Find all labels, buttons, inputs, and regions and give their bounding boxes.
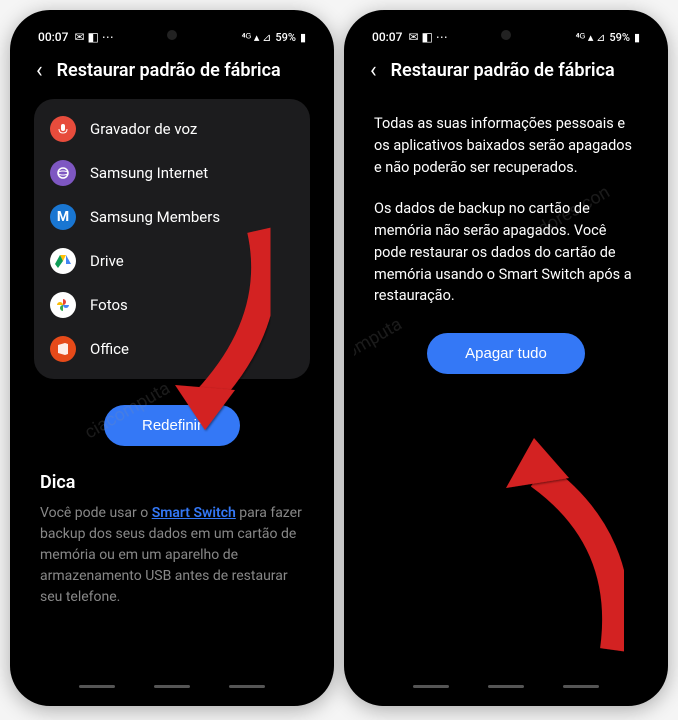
app-label: Gravador de voz xyxy=(90,120,197,138)
status-bar: 00:07 ✉ ◧ ⋯ ⁴ᴳ ▴ ⊿ 59% ▮ xyxy=(20,20,324,48)
samsung-internet-icon xyxy=(50,160,76,186)
nav-home[interactable] xyxy=(154,685,190,688)
list-item: M Samsung Members xyxy=(34,195,310,239)
nav-recent[interactable] xyxy=(79,685,115,688)
back-icon[interactable]: ‹ xyxy=(36,58,43,83)
list-item: Drive xyxy=(34,239,310,283)
watermark: computa xyxy=(354,314,406,368)
app-label: Samsung Internet xyxy=(90,164,208,182)
status-time: 00:07 xyxy=(38,30,68,44)
erase-all-button[interactable]: Apagar tudo xyxy=(427,333,585,374)
arrow-annotation xyxy=(484,430,634,670)
status-bar: 00:07 ✉ ◧ ⋯ ⁴ᴳ ▴ ⊿ 59% ▮ xyxy=(354,20,658,48)
page-title: Restaurar padrão de fábrica xyxy=(57,60,281,81)
reset-button[interactable]: Redefinir xyxy=(104,405,240,446)
samsung-members-icon: M xyxy=(50,204,76,230)
back-icon[interactable]: ‹ xyxy=(370,58,377,83)
list-item: Gravador de voz xyxy=(34,107,310,151)
status-battery: 59% xyxy=(609,31,630,44)
page-header: ‹ Restaurar padrão de fábrica xyxy=(20,48,324,99)
page-header: ‹ Restaurar padrão de fábrica xyxy=(354,48,658,99)
battery-icon: ▮ xyxy=(634,31,640,44)
status-network-icon: ⁴ᴳ ▴ ⊿ xyxy=(576,31,606,44)
nav-back[interactable] xyxy=(229,685,265,688)
list-item: Office xyxy=(34,327,310,371)
phone-left: 00:07 ✉ ◧ ⋯ ⁴ᴳ ▴ ⊿ 59% ▮ ‹ Restaurar pad… xyxy=(10,10,334,706)
info-paragraph-2: Os dados de backup no cartão de memória … xyxy=(374,198,638,307)
smart-switch-link[interactable]: Smart Switch xyxy=(152,505,236,521)
info-paragraph-1: Todas as suas informações pessoais e os … xyxy=(374,113,638,178)
screen-right: 00:07 ✉ ◧ ⋯ ⁴ᴳ ▴ ⊿ 59% ▮ ‹ Restaurar pad… xyxy=(354,20,658,696)
tip-title: Dica xyxy=(40,472,304,493)
nav-back[interactable] xyxy=(563,685,599,688)
app-label: Drive xyxy=(90,252,124,270)
nav-home[interactable] xyxy=(488,685,524,688)
list-item: Fotos xyxy=(34,283,310,327)
nav-bar xyxy=(354,685,658,688)
drive-icon xyxy=(50,248,76,274)
app-label: Fotos xyxy=(90,296,128,314)
nav-recent[interactable] xyxy=(413,685,449,688)
office-icon xyxy=(50,336,76,362)
battery-icon: ▮ xyxy=(300,31,306,44)
status-battery: 59% xyxy=(275,31,296,44)
info-section: Todas as suas informações pessoais e os … xyxy=(354,99,658,307)
phone-right: 00:07 ✉ ◧ ⋯ ⁴ᴳ ▴ ⊿ 59% ▮ ‹ Restaurar pad… xyxy=(344,10,668,706)
status-network-icon: ⁴ᴳ ▴ ⊿ xyxy=(242,31,272,44)
photos-icon xyxy=(50,292,76,318)
page-title: Restaurar padrão de fábrica xyxy=(391,60,615,81)
tip-section: Dica Você pode usar o Smart Switch para … xyxy=(20,446,324,608)
status-time: 00:07 xyxy=(372,30,402,44)
status-icons-left: ✉ ◧ ⋯ xyxy=(408,30,447,44)
app-label: Samsung Members xyxy=(90,208,220,226)
screen-left: 00:07 ✉ ◧ ⋯ ⁴ᴳ ▴ ⊿ 59% ▮ ‹ Restaurar pad… xyxy=(20,20,324,696)
app-label: Office xyxy=(90,340,129,358)
tip-text: Você pode usar o Smart Switch para fazer… xyxy=(40,503,304,608)
app-list: Gravador de voz Samsung Internet M Samsu… xyxy=(34,99,310,379)
nav-bar xyxy=(20,685,324,688)
voice-recorder-icon xyxy=(50,116,76,142)
list-item: Samsung Internet xyxy=(34,151,310,195)
status-icons-left: ✉ ◧ ⋯ xyxy=(74,30,113,44)
